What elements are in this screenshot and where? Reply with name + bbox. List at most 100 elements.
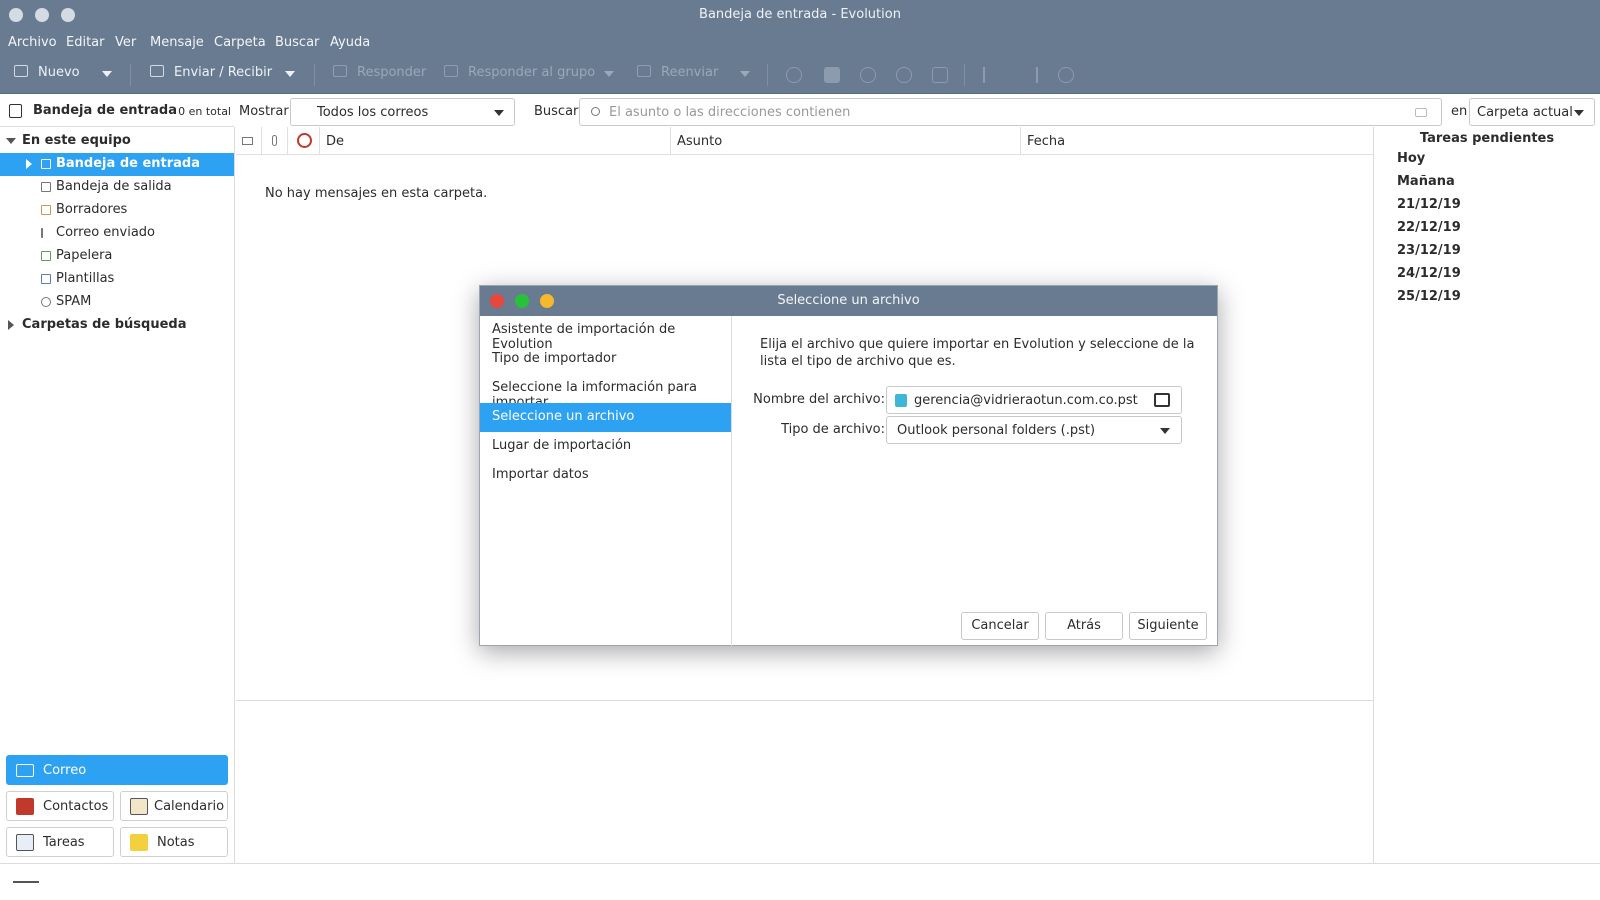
folder-item-sent[interactable]: Correo enviado — [0, 222, 234, 245]
toolbar-separator — [130, 64, 131, 86]
menu-buscar[interactable]: Buscar — [275, 35, 319, 50]
file-type-select[interactable]: Outlook personal folders (.pst) — [886, 416, 1182, 444]
column-attachment[interactable] — [262, 127, 288, 155]
not-junk-icon[interactable] — [896, 67, 912, 83]
new-button[interactable]: Nuevo — [14, 65, 80, 85]
cancel-button[interactable]: Cancelar — [961, 612, 1039, 640]
archive-icon[interactable] — [932, 67, 948, 83]
menu-archivo[interactable]: Archivo — [8, 35, 57, 50]
expand-icon[interactable] — [8, 320, 14, 330]
menu-carpeta[interactable]: Carpeta — [214, 35, 266, 50]
window-title: Bandeja de entrada - Evolution — [699, 7, 901, 22]
online-status-icon[interactable] — [13, 881, 39, 886]
folder-title: Bandeja de entrada — [33, 103, 178, 118]
forward-dropdown-arrow[interactable] — [740, 71, 750, 77]
sent-icon — [41, 228, 51, 238]
wizard-step[interactable]: Asistente de importación de Evolution — [480, 316, 731, 352]
dialog-body: Elija el archivo que quiere importar en … — [733, 316, 1217, 646]
task-day: 24/12/19 — [1397, 266, 1461, 281]
message-list-header: De Asunto Fecha — [236, 127, 1373, 155]
expand-icon[interactable] — [6, 138, 16, 144]
task-day: 25/12/19 — [1397, 289, 1461, 304]
search-label: Buscar: — [534, 104, 583, 119]
switcher-tasks-button[interactable]: Tareas — [6, 827, 114, 857]
reply-button[interactable]: Responder — [333, 65, 426, 85]
toolbar-separator — [964, 64, 965, 86]
column-date[interactable]: Fecha — [1021, 127, 1373, 155]
next-button[interactable]: Siguiente — [1129, 612, 1207, 640]
folder-item-outbox[interactable]: Bandeja de salida — [0, 176, 234, 199]
switcher-contacts-button[interactable]: Contactos — [6, 791, 114, 821]
wizard-step-current[interactable]: Seleccione un archivo — [480, 403, 731, 432]
templates-icon — [41, 274, 51, 284]
task-day: Mañana — [1397, 174, 1455, 189]
open-folder-icon[interactable] — [1154, 393, 1170, 407]
scope-select[interactable]: Carpeta actual — [1469, 98, 1595, 126]
show-filter-select[interactable]: Todos los correos — [290, 98, 515, 126]
next-icon[interactable] — [1022, 67, 1038, 83]
dialog-titlebar: Seleccione un archivo — [480, 286, 1217, 316]
file-name-label: Nombre del archivo: — [753, 392, 885, 407]
folder-item-trash[interactable]: Papelera — [0, 245, 234, 268]
folder-item-inbox[interactable]: Bandeja de entrada — [0, 153, 234, 176]
status-bar — [0, 863, 1600, 900]
task-day: 21/12/19 — [1397, 197, 1461, 212]
previous-icon[interactable] — [983, 67, 999, 83]
stop-icon[interactable] — [1058, 67, 1074, 83]
folder-group-local[interactable]: En este equipo — [0, 130, 234, 153]
switcher-calendar-button[interactable]: Calendario — [120, 791, 228, 821]
column-importance[interactable] — [288, 127, 320, 155]
tasks-panel-divider[interactable] — [1373, 127, 1374, 863]
menu-editar[interactable]: Editar — [66, 35, 105, 50]
reply-icon — [333, 65, 347, 77]
menu-ver[interactable]: Ver — [115, 35, 136, 50]
wizard-step[interactable]: Importar datos — [480, 461, 731, 490]
reply-group-button[interactable]: Responder al grupo — [444, 65, 595, 85]
wizard-step[interactable]: Lugar de importación — [480, 432, 731, 461]
folder-item-templates[interactable]: Plantillas — [0, 268, 234, 291]
chevron-down-icon — [494, 110, 504, 116]
folder-item-drafts[interactable]: Borradores — [0, 199, 234, 222]
junk-icon[interactable] — [860, 67, 876, 83]
inbox-icon — [9, 104, 22, 118]
menu-ayuda[interactable]: Ayuda — [330, 35, 370, 50]
message-count: 0 en total — [178, 105, 231, 118]
menu-mensaje[interactable]: Mensaje — [150, 35, 204, 50]
drafts-icon — [41, 205, 51, 215]
back-button[interactable]: Atrás — [1045, 612, 1123, 640]
importance-icon — [297, 133, 312, 148]
main-toolbar: Nuevo Enviar / Recibir Responder Respond… — [0, 56, 1600, 94]
search-input[interactable]: El asunto o las direcciones contienen — [579, 98, 1442, 126]
wizard-step[interactable]: Tipo de importador — [480, 345, 731, 374]
switcher-mail-button[interactable]: Correo — [6, 755, 228, 785]
send-receive-button[interactable]: Enviar / Recibir — [150, 65, 272, 85]
forward-icon — [637, 65, 651, 77]
task-day: 22/12/19 — [1397, 220, 1461, 235]
folder-header: Bandeja de entrada 0 en total — [0, 95, 234, 127]
forward-button[interactable]: Reenviar — [637, 65, 718, 85]
column-from[interactable]: De — [320, 127, 671, 155]
switcher-notes-button[interactable]: Notas — [120, 827, 228, 857]
file-name-chooser[interactable]: gerencia@vidrieraotun.com.co.pst — [886, 386, 1182, 414]
notes-icon — [130, 834, 148, 851]
preview-divider[interactable] — [236, 700, 1373, 701]
folder-item-spam[interactable]: SPAM — [0, 291, 234, 314]
delete-icon[interactable] — [824, 67, 840, 83]
clear-search-icon[interactable] — [1415, 108, 1427, 117]
column-subject[interactable]: Asunto — [671, 127, 1021, 155]
contacts-icon — [16, 798, 34, 815]
search-icon — [591, 107, 600, 116]
new-dropdown-arrow[interactable] — [102, 71, 112, 77]
empty-folder-message: No hay mensajes en esta carpeta. — [265, 186, 488, 201]
import-dialog: Seleccione un archivo Asistente de impor… — [479, 285, 1218, 646]
send-receive-dropdown-arrow[interactable] — [285, 71, 295, 77]
print-icon[interactable] — [786, 67, 802, 83]
chevron-down-icon — [1574, 110, 1584, 116]
wizard-step[interactable]: Seleccione la imformación para importar — [480, 374, 731, 410]
toolbar-separator — [314, 64, 315, 86]
reply-group-dropdown-arrow[interactable] — [604, 71, 614, 77]
tasks-panel-title: Tareas pendientes — [1419, 131, 1555, 146]
expand-icon[interactable] — [26, 159, 32, 169]
folder-group-search[interactable]: Carpetas de búsqueda — [0, 314, 234, 337]
column-status[interactable] — [236, 127, 262, 155]
